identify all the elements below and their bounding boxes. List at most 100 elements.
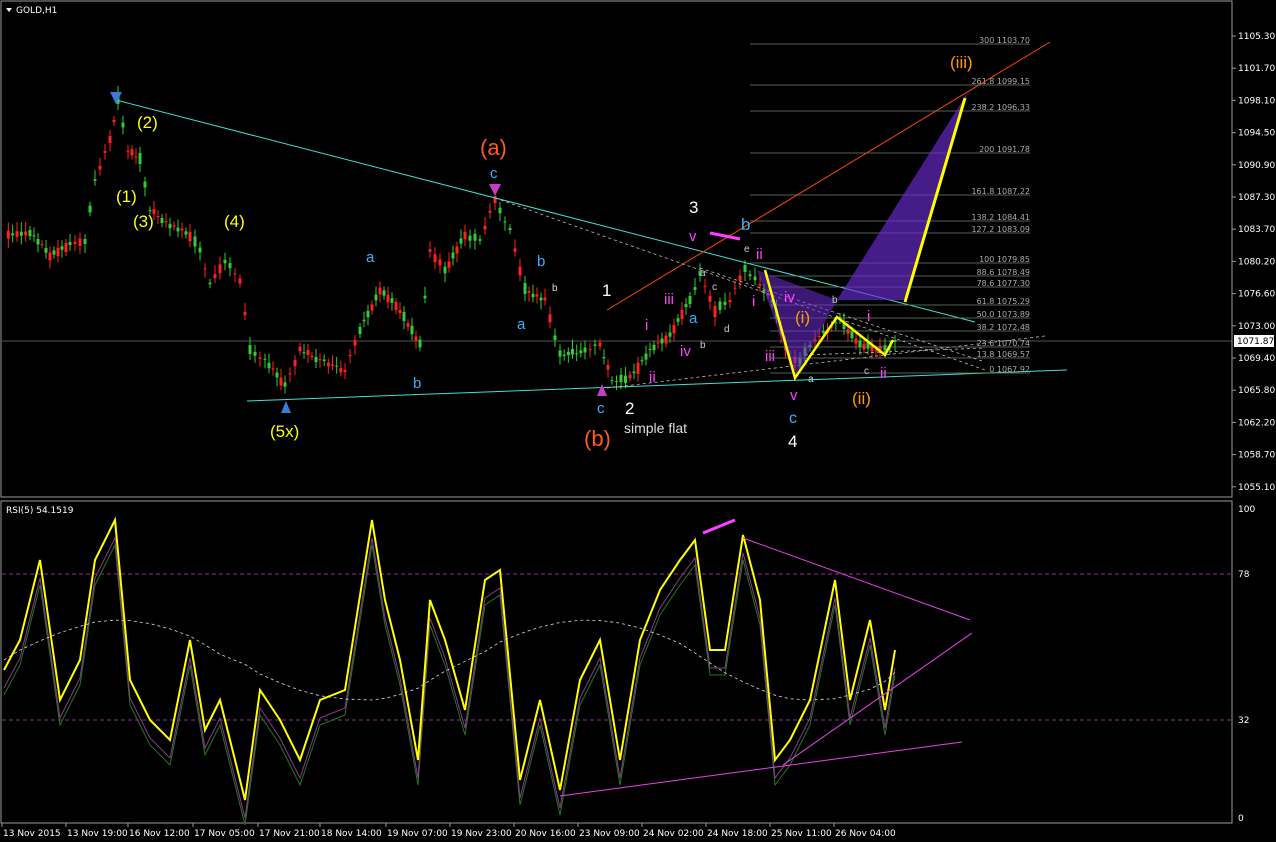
fib-level-label: 127.2 1083.09 — [971, 225, 1030, 234]
price-tick-label: 1083.70 — [1238, 225, 1275, 235]
candle-body — [463, 231, 467, 240]
candle-body — [60, 246, 64, 250]
candle-body — [121, 122, 125, 128]
candle-body — [331, 364, 334, 366]
candle-body — [164, 221, 168, 223]
time-tick-label: 24 Nov 02:00 — [643, 829, 704, 839]
candle-body — [83, 239, 87, 244]
candle-body — [64, 243, 68, 252]
time-tick-label: 19 Nov 23:00 — [451, 829, 512, 839]
candle-body — [180, 228, 184, 231]
candle-body — [223, 259, 227, 264]
candle-body — [288, 373, 292, 375]
candle-body — [668, 332, 672, 337]
candle-body — [680, 310, 684, 319]
wave-label: i — [867, 308, 870, 325]
candle-body — [362, 319, 366, 322]
wave-label: e — [744, 244, 750, 255]
candle-body — [703, 285, 707, 287]
candle-body — [394, 302, 398, 310]
candle-body — [406, 323, 410, 327]
candle-body — [366, 310, 370, 318]
wave-label: (i) — [795, 308, 810, 327]
candle-body — [531, 293, 535, 298]
candle-body — [518, 266, 522, 276]
wave-label: v — [689, 228, 697, 245]
candle-body — [130, 149, 134, 156]
candle-body — [593, 344, 597, 346]
candle-body — [459, 238, 463, 244]
candle-body — [539, 297, 543, 301]
candle-body — [418, 339, 422, 348]
candle-body — [293, 360, 297, 367]
rsi-upper-trendline[interactable] — [742, 537, 971, 621]
candle-body — [382, 290, 386, 296]
candle-body — [306, 350, 310, 355]
candle-body — [713, 306, 717, 317]
candle-body — [218, 264, 222, 274]
candle-body — [483, 225, 487, 230]
candle-body — [112, 120, 116, 122]
candle-body — [326, 362, 330, 367]
time-tick-label: 23 Nov 09:00 — [579, 829, 640, 839]
time-tick-label: 17 Nov 21:00 — [259, 829, 320, 839]
rsi-lower-trendline[interactable] — [559, 741, 963, 797]
candle-body — [28, 230, 32, 236]
candle-body — [443, 266, 447, 274]
candle-body — [213, 274, 217, 279]
candle-body — [184, 231, 188, 235]
price-tick-label: 1065.80 — [1238, 386, 1275, 396]
down-arrow-icon — [110, 92, 122, 104]
wave-label: i — [752, 293, 755, 310]
fib-level-label: 23.6 1070.74 — [977, 339, 1030, 348]
candle-body — [390, 298, 394, 303]
time-tick-label: 13 Nov 2015 — [3, 829, 61, 839]
rsi-tick-label: 32 — [1238, 716, 1249, 726]
candle-body — [36, 239, 40, 245]
fib-level-label: 238.2 1096.33 — [971, 103, 1030, 112]
fib-level-label: 261.8 1099.15 — [971, 77, 1030, 86]
candle-body — [543, 297, 547, 301]
fib-level-label: 38.2 1072.48 — [977, 323, 1030, 332]
candlesticks — [6, 86, 897, 394]
candle-body — [619, 374, 623, 383]
rsi-mid-trendline[interactable] — [782, 632, 973, 766]
wave-label: 3 — [689, 198, 698, 217]
triangle-down-icon[interactable] — [6, 8, 12, 12]
candle-body — [598, 342, 602, 347]
chart-canvas[interactable]: GOLD,H1 1105.30 1101.70 1098.10 1094.50 1090… — [0, 0, 1276, 842]
candle-body — [817, 336, 821, 337]
candle-body — [423, 295, 427, 299]
wave-annotation: simple flat — [624, 420, 687, 436]
candle-body — [850, 330, 854, 339]
candle-body — [676, 318, 680, 322]
purple-triangle-2 — [837, 92, 968, 300]
candle-body — [433, 254, 437, 263]
candle-body — [172, 225, 176, 227]
candle-body — [11, 233, 15, 236]
candle-body — [718, 301, 722, 310]
lower-trendline[interactable] — [246, 369, 1068, 402]
candle-body — [447, 261, 451, 268]
candle-body — [203, 268, 207, 270]
candle-body — [566, 351, 570, 356]
wave-label: b — [413, 375, 421, 392]
candle-body — [548, 314, 552, 323]
candle-body — [503, 221, 507, 223]
candle-body — [15, 231, 19, 237]
wave-label: d — [724, 324, 730, 335]
candle-body — [386, 294, 390, 303]
candle-body — [488, 210, 492, 213]
fib-level-label: 78.6 1077.30 — [977, 279, 1030, 288]
time-axis: 13 Nov 2015 13 Nov 19:00 16 Nov 12:00 17 No… — [1, 823, 896, 839]
candle-body — [88, 205, 92, 213]
wave-label: (1) — [116, 187, 137, 206]
time-tick-label: 19 Nov 07:00 — [387, 829, 448, 839]
fib-level-label: 88.6 1078.49 — [977, 268, 1030, 277]
candle-body — [468, 235, 472, 241]
up-arrow-icon — [281, 401, 291, 413]
wave-label: c — [712, 282, 717, 293]
candle-body — [283, 382, 287, 387]
wave-label: iii — [765, 348, 775, 365]
candle-body — [575, 353, 579, 355]
